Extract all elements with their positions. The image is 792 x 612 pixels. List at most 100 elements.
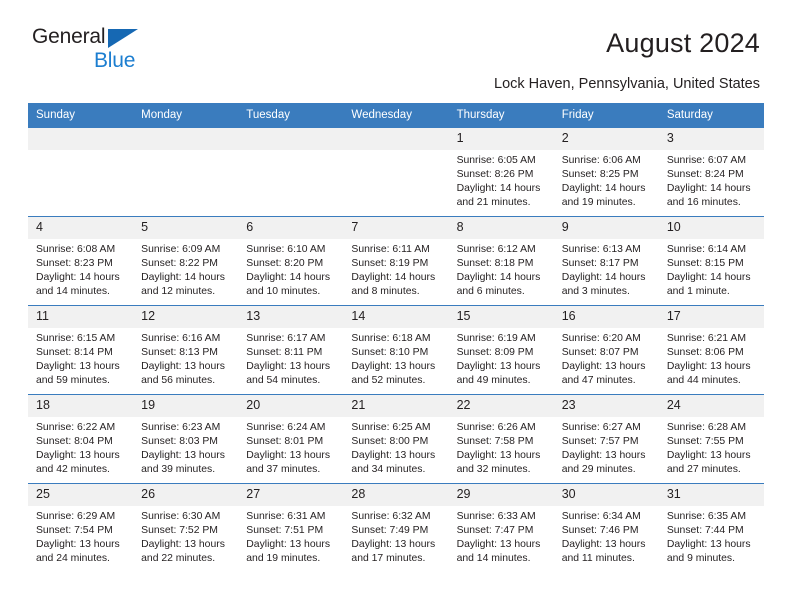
day-cell[interactable]: 31 Sunrise: 6:35 AM Sunset: 7:44 PM Dayl… [658,483,764,572]
day-cell[interactable]: 5 Sunrise: 6:09 AM Sunset: 8:22 PM Dayli… [133,216,239,306]
day-details: Sunrise: 6:23 AM Sunset: 8:03 PM Dayligh… [133,417,238,477]
calendar-week-row: 11 Sunrise: 6:15 AM Sunset: 8:14 PM Dayl… [28,305,764,395]
daylight-text-line2: and 16 minutes. [666,197,741,208]
day-cell[interactable]: 7 Sunrise: 6:11 AM Sunset: 8:19 PM Dayli… [343,216,449,306]
sunset-text: Sunset: 8:22 PM [141,258,218,269]
day-cell[interactable]: 18 Sunrise: 6:22 AM Sunset: 8:04 PM Dayl… [28,394,134,484]
day-details: Sunrise: 6:18 AM Sunset: 8:10 PM Dayligh… [343,328,448,388]
sunrise-text: Sunrise: 6:05 AM [456,155,536,166]
sunrise-text: Sunrise: 6:32 AM [351,511,431,522]
daylight-text-line1: Daylight: 13 hours [246,361,331,372]
sunset-text: Sunset: 7:46 PM [561,525,639,536]
day-number: 7 [343,217,449,239]
sunrise-text: Sunrise: 6:12 AM [456,244,536,255]
sunset-text: Sunset: 8:01 PM [246,436,324,447]
day-number: 17 [658,306,764,328]
sunset-text: Sunset: 8:03 PM [141,436,218,447]
sunrise-text: Sunrise: 6:30 AM [141,511,221,522]
daylight-text-line1: Daylight: 13 hours [36,450,120,461]
day-cell[interactable]: 21 Sunrise: 6:25 AM Sunset: 8:00 PM Dayl… [343,394,449,484]
daylight-text-line1: Daylight: 13 hours [351,539,436,550]
day-cell[interactable]: 23 Sunrise: 6:27 AM Sunset: 7:57 PM Dayl… [553,394,659,484]
day-cell[interactable]: 12 Sunrise: 6:16 AM Sunset: 8:13 PM Dayl… [133,305,239,395]
daylight-text-line1: Daylight: 14 hours [561,183,646,194]
sunrise-text: Sunrise: 6:09 AM [141,244,221,255]
day-details: Sunrise: 6:30 AM Sunset: 7:52 PM Dayligh… [133,506,238,566]
day-details: Sunrise: 6:27 AM Sunset: 7:57 PM Dayligh… [554,417,659,477]
daylight-text-line1: Daylight: 14 hours [666,272,751,283]
day-number: 9 [553,217,659,239]
day-cell[interactable] [133,127,239,217]
sunrise-text: Sunrise: 6:26 AM [456,422,536,433]
day-cell[interactable]: 30 Sunrise: 6:34 AM Sunset: 7:46 PM Dayl… [553,483,659,572]
daylight-text-line1: Daylight: 14 hours [36,272,120,283]
day-cell[interactable]: 20 Sunrise: 6:24 AM Sunset: 8:01 PM Dayl… [238,394,344,484]
sunset-text: Sunset: 8:18 PM [456,258,534,269]
weekday-header-tuesday: Tuesday [238,103,344,128]
daylight-text-line1: Daylight: 13 hours [561,539,646,550]
calendar-week-row: 18 Sunrise: 6:22 AM Sunset: 8:04 PM Dayl… [28,394,764,484]
page-subtitle: Lock Haven, Pennsylvania, United States [494,76,760,92]
day-cell[interactable]: 2 Sunrise: 6:06 AM Sunset: 8:25 PM Dayli… [553,127,659,217]
day-details: Sunrise: 6:34 AM Sunset: 7:46 PM Dayligh… [554,506,659,566]
day-cell[interactable]: 10 Sunrise: 6:14 AM Sunset: 8:15 PM Dayl… [658,216,764,306]
day-cell[interactable]: 17 Sunrise: 6:21 AM Sunset: 8:06 PM Dayl… [658,305,764,395]
day-cell[interactable]: 28 Sunrise: 6:32 AM Sunset: 7:49 PM Dayl… [343,483,449,572]
day-details: Sunrise: 6:09 AM Sunset: 8:22 PM Dayligh… [133,239,238,299]
day-cell[interactable]: 3 Sunrise: 6:07 AM Sunset: 8:24 PM Dayli… [658,127,764,217]
day-cell[interactable]: 8 Sunrise: 6:12 AM Sunset: 8:18 PM Dayli… [448,216,554,306]
day-details: Sunrise: 6:25 AM Sunset: 8:00 PM Dayligh… [343,417,448,477]
day-number: 14 [343,306,449,328]
sunrise-text: Sunrise: 6:18 AM [351,333,431,344]
sunset-text: Sunset: 7:52 PM [141,525,218,536]
day-number [28,128,134,150]
sunrise-text: Sunrise: 6:10 AM [246,244,326,255]
day-cell[interactable]: 1 Sunrise: 6:05 AM Sunset: 8:26 PM Dayli… [448,127,554,217]
day-number: 20 [238,395,344,417]
day-cell[interactable]: 11 Sunrise: 6:15 AM Sunset: 8:14 PM Dayl… [28,305,134,395]
day-cell[interactable]: 27 Sunrise: 6:31 AM Sunset: 7:51 PM Dayl… [238,483,344,572]
day-cell[interactable]: 26 Sunrise: 6:30 AM Sunset: 7:52 PM Dayl… [133,483,239,572]
sunrise-text: Sunrise: 6:08 AM [36,244,116,255]
day-cell[interactable] [343,127,449,217]
day-cell[interactable]: 24 Sunrise: 6:28 AM Sunset: 7:55 PM Dayl… [658,394,764,484]
general-blue-logo[interactable]: General Blue [32,26,162,72]
day-cell[interactable]: 15 Sunrise: 6:19 AM Sunset: 8:09 PM Dayl… [448,305,554,395]
day-number: 23 [553,395,659,417]
sunset-text: Sunset: 8:25 PM [561,169,639,180]
sunrise-text: Sunrise: 6:21 AM [666,333,746,344]
day-number: 1 [448,128,554,150]
day-cell[interactable]: 22 Sunrise: 6:26 AM Sunset: 7:58 PM Dayl… [448,394,554,484]
logo-blue-label: Blue [94,49,136,72]
day-cell[interactable] [28,127,134,217]
day-cell[interactable]: 25 Sunrise: 6:29 AM Sunset: 7:54 PM Dayl… [28,483,134,572]
daylight-text-line1: Daylight: 13 hours [456,361,541,372]
day-cell[interactable]: 9 Sunrise: 6:13 AM Sunset: 8:17 PM Dayli… [553,216,659,306]
weekday-header-monday: Monday [133,103,239,128]
daylight-text-line1: Daylight: 14 hours [666,183,751,194]
day-cell[interactable]: 4 Sunrise: 6:08 AM Sunset: 8:23 PM Dayli… [28,216,134,306]
sunset-text: Sunset: 8:20 PM [246,258,324,269]
sunset-text: Sunset: 8:26 PM [456,169,534,180]
weekday-header-sunday: Sunday [28,103,134,128]
daylight-text-line2: and 17 minutes. [351,553,426,564]
sunset-text: Sunset: 7:44 PM [666,525,744,536]
day-cell[interactable]: 16 Sunrise: 6:20 AM Sunset: 8:07 PM Dayl… [553,305,659,395]
day-cell[interactable]: 6 Sunrise: 6:10 AM Sunset: 8:20 PM Dayli… [238,216,344,306]
daylight-text-line1: Daylight: 13 hours [141,539,225,550]
sunset-text: Sunset: 7:47 PM [456,525,534,536]
day-number: 8 [448,217,554,239]
day-details: Sunrise: 6:11 AM Sunset: 8:19 PM Dayligh… [343,239,448,299]
day-details: Sunrise: 6:29 AM Sunset: 7:54 PM Dayligh… [28,506,133,566]
sunrise-text: Sunrise: 6:27 AM [561,422,641,433]
daylight-text-line2: and 1 minute. [666,286,730,297]
daylight-text-line2: and 52 minutes. [351,375,426,386]
day-cell[interactable]: 14 Sunrise: 6:18 AM Sunset: 8:10 PM Dayl… [343,305,449,395]
sunrise-text: Sunrise: 6:25 AM [351,422,431,433]
day-cell[interactable] [238,127,344,217]
page-title: August 2024 [606,28,760,58]
day-cell[interactable]: 19 Sunrise: 6:23 AM Sunset: 8:03 PM Dayl… [133,394,239,484]
day-number [238,128,344,150]
day-cell[interactable]: 13 Sunrise: 6:17 AM Sunset: 8:11 PM Dayl… [238,305,344,395]
day-cell[interactable]: 29 Sunrise: 6:33 AM Sunset: 7:47 PM Dayl… [448,483,554,572]
